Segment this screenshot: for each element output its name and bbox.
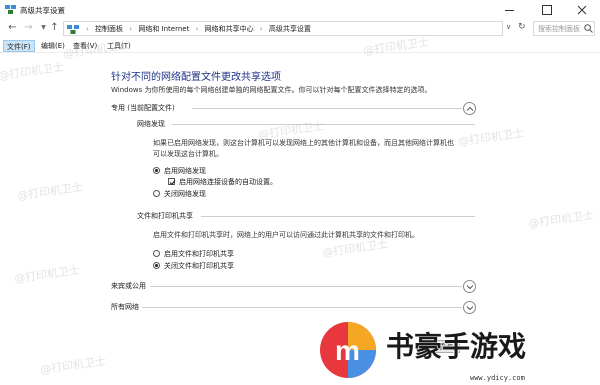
- profile-all-networks-label[interactable]: 所有网络: [111, 302, 139, 312]
- minimize-button[interactable]: [492, 0, 528, 20]
- watermark-text: @打印机卫士: [457, 126, 525, 149]
- title-bar: 高级共享设置: [0, 0, 600, 20]
- watermark-text: @打印机卫士: [527, 208, 595, 231]
- watermark-text: @打印机卫士: [0, 60, 65, 83]
- maximize-button[interactable]: [528, 0, 564, 20]
- section-divider: [150, 286, 462, 287]
- section-divider: [201, 216, 475, 217]
- breadcrumb-network-internet[interactable]: 网络和 Internet: [138, 25, 189, 33]
- breadcrumb-separator[interactable]: ›: [129, 25, 132, 33]
- chevron-down-icon: [466, 306, 474, 311]
- radio-network-discovery-on[interactable]: [153, 167, 160, 174]
- up-arrow-icon[interactable]: ↑: [48, 21, 61, 35]
- logo-url: www.ydicy.com: [470, 374, 525, 382]
- profile-private-label[interactable]: 专用 (当前配置文件): [111, 103, 175, 113]
- search-input[interactable]: 搜索控制面板: [533, 21, 595, 36]
- option-network-discovery-on[interactable]: 启用网络发现: [164, 166, 206, 176]
- breadcrumb-advanced-sharing[interactable]: 高级共享设置: [269, 25, 311, 33]
- breadcrumb-network-sharing-center[interactable]: 网络和共享中心: [205, 25, 254, 33]
- section-divider: [192, 108, 462, 109]
- page-subtitle: Windows 为你所使用的每个网络创建单独的网络配置文件。你可以针对每个配置文…: [111, 86, 432, 94]
- expand-guest-button[interactable]: [463, 280, 476, 293]
- checkbox-auto-setup[interactable]: [168, 178, 176, 186]
- network-sharing-icon: [5, 5, 16, 14]
- network-discovery-desc-line2: 可以发现这台计算机。: [153, 150, 223, 158]
- search-placeholder: 搜索控制面板: [538, 25, 580, 33]
- network-location-icon: [67, 25, 79, 34]
- profile-guest-label[interactable]: 来宾或公用: [111, 281, 146, 291]
- expand-all-networks-button[interactable]: [463, 301, 476, 314]
- back-arrow-icon[interactable]: ←: [6, 21, 19, 35]
- network-discovery-desc-line1: 如果已启用网络发现，则这台计算机可以发现网络上的其他计算机和设备，而且其他网络计…: [153, 139, 454, 147]
- close-button[interactable]: [564, 0, 600, 20]
- address-dropdown-icon[interactable]: ∨: [506, 23, 511, 31]
- option-file-printer-on[interactable]: 启用文件和打印机共享: [164, 249, 234, 259]
- breadcrumb-separator-root[interactable]: ›: [86, 25, 89, 33]
- chevron-down-icon: [466, 285, 474, 290]
- option-file-printer-off[interactable]: 关闭文件和打印机共享: [164, 261, 234, 271]
- section-divider: [142, 307, 462, 308]
- option-auto-setup[interactable]: 启用网络连接设备的自动设置。: [179, 177, 277, 187]
- file-printer-title: 文件和打印机共享: [137, 212, 193, 220]
- breadcrumb-separator[interactable]: ›: [260, 25, 263, 33]
- watermark-text: @打印机卫士: [39, 354, 107, 377]
- page-title: 针对不同的网络配置文件更改共享选项: [111, 72, 281, 83]
- svg-text:m: m: [335, 335, 360, 366]
- breadcrumb-separator[interactable]: ›: [196, 25, 199, 33]
- radio-file-printer-on[interactable]: [153, 250, 160, 257]
- address-bar[interactable]: › 控制面板 › 网络和 Internet › 网络和共享中心 › 高级共享设置: [63, 21, 503, 36]
- logo-text: 书豪手游戏: [386, 330, 526, 363]
- collapse-private-button[interactable]: [463, 102, 476, 115]
- window-title: 高级共享设置: [20, 6, 65, 15]
- watermark-text: @打印机卫士: [16, 180, 84, 203]
- address-row: ← → ▼ ↑ › 控制面板 › 网络和 Internet › 网络和共享中心 …: [0, 20, 600, 39]
- menu-file[interactable]: 文件(F): [3, 40, 35, 52]
- close-icon: [577, 5, 587, 15]
- network-discovery-title: 网络发现: [137, 120, 165, 128]
- radio-file-printer-off[interactable]: [153, 262, 160, 269]
- radio-network-discovery-off[interactable]: [153, 190, 160, 197]
- breadcrumb: › 控制面板 › 网络和 Internet › 网络和共享中心 › 高级共享设置: [82, 24, 311, 34]
- content-area: 针对不同的网络配置文件更改共享选项 Windows 为你所使用的每个网络创建单独…: [0, 35, 600, 385]
- site-logo: m 书豪手游戏 www.ydicy.com: [320, 322, 527, 382]
- refresh-icon[interactable]: ↻: [518, 22, 526, 32]
- breadcrumb-control-panel[interactable]: 控制面板: [95, 25, 123, 33]
- search-icon[interactable]: [584, 24, 593, 33]
- watermark-text: @打印机卫士: [13, 263, 81, 286]
- checkmark-icon: [169, 180, 176, 186]
- option-network-discovery-off[interactable]: 关闭网络发现: [164, 189, 206, 199]
- chevron-up-icon: [466, 106, 474, 111]
- forward-arrow-icon[interactable]: →: [22, 21, 35, 35]
